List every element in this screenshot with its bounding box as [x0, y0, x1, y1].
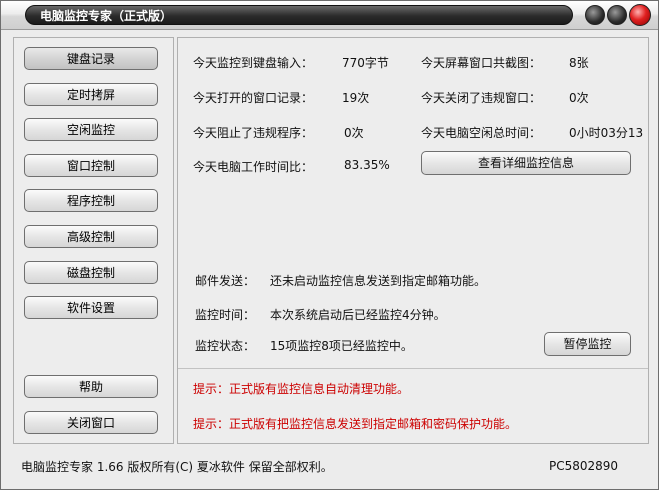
- monitor-time-value: 本次系统启动后已经监控4分钟。: [270, 308, 446, 322]
- screenshot-count-label: 今天屏幕窗口共截图：: [421, 56, 542, 70]
- software-settings-button[interactable]: 软件设置: [24, 296, 158, 319]
- timed-screenshot-button[interactable]: 定时拷屏: [24, 83, 158, 106]
- keyboard-log-button[interactable]: 键盘记录: [24, 47, 158, 70]
- windows-closed-value: 0次: [569, 91, 589, 105]
- maximize-icon[interactable]: [607, 5, 627, 25]
- app-window: 电脑监控专家（正式版） 键盘记录 定时拷屏 空闲监控 窗口控制 程序控制 高级控…: [0, 0, 659, 490]
- copyright-text: 电脑监控专家 1.66 版权所有(C) 夏冰软件 保留全部权利。: [21, 460, 333, 474]
- screenshot-count-value: 8张: [569, 56, 589, 70]
- programs-blocked-value: 0次: [344, 126, 364, 140]
- keyboard-input-label: 今天监控到键盘输入：: [193, 56, 314, 70]
- windows-opened-value: 19次: [342, 91, 370, 105]
- minimize-icon[interactable]: [585, 5, 605, 25]
- monitor-status-value: 15项监控8项已经监控中。: [270, 339, 413, 353]
- programs-blocked-label: 今天阻止了违规程序：: [193, 126, 314, 140]
- window-title: 电脑监控专家（正式版）: [40, 9, 173, 23]
- work-ratio-value: 83.35%: [344, 158, 390, 172]
- idle-time-label: 今天电脑空闲总时间：: [421, 126, 542, 140]
- idle-time-value: 0小时03分13: [569, 126, 644, 140]
- section-divider: [178, 368, 648, 369]
- window-control-button[interactable]: 窗口控制: [24, 154, 158, 177]
- sidebar: 键盘记录 定时拷屏 空闲监控 窗口控制 程序控制 高级控制 磁盘控制 软件设置 …: [13, 37, 174, 444]
- title-bar[interactable]: 电脑监控专家（正式版）: [1, 1, 658, 30]
- email-status: 还未启动监控信息发送到指定邮箱功能。: [270, 274, 487, 288]
- machine-id: PC5802890: [549, 459, 619, 473]
- monitor-time-label: 监控时间：: [195, 308, 256, 322]
- idle-monitor-button[interactable]: 空闲监控: [24, 118, 158, 141]
- title-pill: 电脑监控专家（正式版）: [25, 5, 573, 25]
- windows-opened-label: 今天打开的窗口记录：: [193, 91, 314, 105]
- help-button[interactable]: 帮助: [24, 375, 158, 398]
- work-ratio-label: 今天电脑工作时间比：: [193, 160, 314, 174]
- close-icon[interactable]: [629, 4, 651, 26]
- email-label: 邮件发送：: [195, 274, 256, 288]
- windows-closed-label: 今天关闭了违规窗口：: [421, 91, 542, 105]
- main-panel: 今天监控到键盘输入： 770字节 今天屏幕窗口共截图： 8张 今天打开的窗口记录…: [177, 37, 649, 444]
- tip-email-password: 提示：正式版有把监控信息发送到指定邮箱和密码保护功能。: [193, 417, 518, 431]
- keyboard-input-value: 770字节: [342, 56, 389, 70]
- monitor-status-label: 监控状态：: [195, 339, 256, 353]
- advanced-control-button[interactable]: 高级控制: [24, 225, 158, 248]
- pause-monitor-button[interactable]: 暂停监控: [544, 332, 631, 356]
- program-control-button[interactable]: 程序控制: [24, 189, 158, 212]
- close-window-button[interactable]: 关闭窗口: [24, 411, 158, 434]
- disk-control-button[interactable]: 磁盘控制: [24, 261, 158, 284]
- view-details-button[interactable]: 查看详细监控信息: [421, 151, 631, 175]
- tip-auto-cleanup: 提示：正式版有监控信息自动清理功能。: [193, 382, 410, 396]
